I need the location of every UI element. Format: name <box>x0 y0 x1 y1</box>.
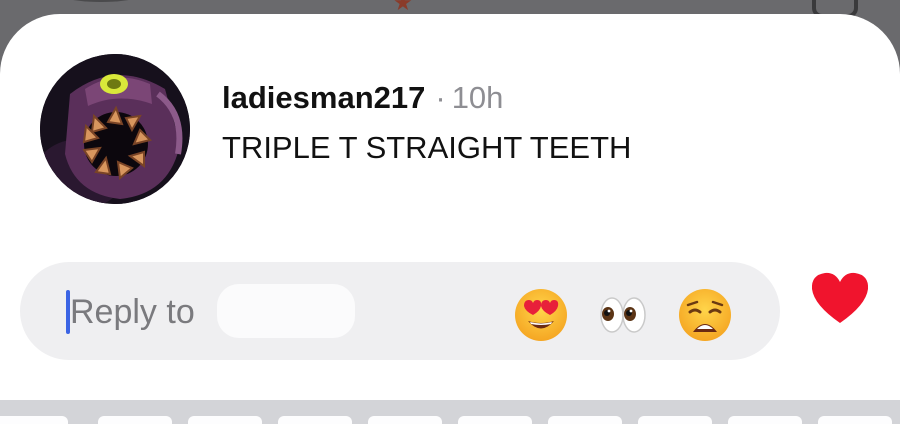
heart-icon[interactable] <box>810 271 870 325</box>
comment-sheet: ladiesman217 · 10h TRIPLE T STRAIGHT TEETH… <box>0 14 900 400</box>
monster-avatar-icon <box>40 54 190 204</box>
avatar[interactable] <box>40 54 190 204</box>
separator-dot: · <box>435 80 446 115</box>
comment-text: TRIPLE T STRAIGHT TEETH <box>222 130 632 165</box>
comment-timestamp: 10h <box>451 80 504 115</box>
keyboard-key[interactable] <box>818 416 892 424</box>
keyboard-key[interactable] <box>0 416 68 424</box>
heart-eyes-emoji[interactable] <box>514 288 568 342</box>
keyboard-key[interactable] <box>728 416 802 424</box>
reply-placeholder: Reply to <box>70 293 195 331</box>
username[interactable]: ladiesman217 <box>222 80 425 115</box>
keyboard-key[interactable] <box>548 416 622 424</box>
comment-header: ladiesman217 · 10h <box>222 80 503 116</box>
keyboard-key[interactable] <box>458 416 532 424</box>
redacted-recipient <box>217 284 355 338</box>
keyboard-key[interactable] <box>638 416 712 424</box>
eyes-emoji[interactable] <box>596 288 650 342</box>
keyboard <box>0 400 900 424</box>
keyboard-key[interactable] <box>188 416 262 424</box>
background-avatar <box>36 0 166 2</box>
keyboard-key[interactable] <box>278 416 352 424</box>
keyboard-key[interactable] <box>98 416 172 424</box>
weary-face-emoji[interactable] <box>678 288 732 342</box>
keyboard-key[interactable] <box>368 416 442 424</box>
reply-input[interactable]: Reply to <box>20 262 780 360</box>
background-star-icon: ★ <box>393 0 413 15</box>
comment-reply-screen: ★ ladiesman217 · 10h TRIPLE T STRAIGHT T… <box>0 0 900 424</box>
